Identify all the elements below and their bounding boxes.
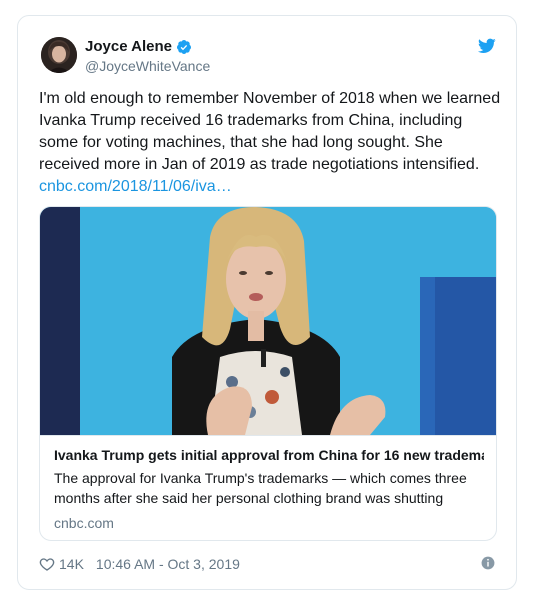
card-image[interactable]: [40, 207, 496, 435]
tweet-card[interactable]: Joyce Alene @JoyceWhiteVance I'm old eno…: [17, 15, 517, 590]
author-name-row[interactable]: Joyce Alene: [85, 38, 210, 56]
card-domain: cnbc.com: [54, 515, 114, 531]
tweet-body: I'm old enough to remember November of 2…: [39, 90, 501, 173]
heart-icon[interactable]: [39, 556, 55, 572]
avatar-image: [41, 37, 77, 73]
tweet-link[interactable]: cnbc.com/2018/11/06/iva…: [39, 178, 232, 195]
author-block[interactable]: Joyce Alene @JoyceWhiteVance: [85, 38, 210, 75]
card-description: The approval for Ivanka Trump's trademar…: [54, 470, 467, 506]
card-photo: [40, 207, 496, 435]
tweet-text: I'm old enough to remember November of 2…: [39, 88, 501, 198]
author-handle[interactable]: @JoyceWhiteVance: [85, 57, 210, 75]
link-preview-card[interactable]: Ivanka Trump gets initial approval from …: [39, 206, 497, 541]
card-title[interactable]: Ivanka Trump gets initial approval from …: [54, 446, 484, 465]
tweet-footer: 14K 10:46 AM - Oct 3, 2019: [39, 554, 497, 574]
info-icon[interactable]: [481, 556, 495, 570]
card-body[interactable]: Ivanka Trump gets initial approval from …: [40, 435, 496, 532]
twitter-bird-icon[interactable]: [478, 38, 496, 54]
tweet-timestamp[interactable]: 10:46 AM - Oct 3, 2019: [96, 556, 240, 572]
like-count[interactable]: 14K: [59, 556, 84, 572]
avatar[interactable]: [41, 37, 77, 73]
author-display-name[interactable]: Joyce Alene: [85, 38, 172, 56]
verified-badge-icon: [176, 40, 191, 54]
